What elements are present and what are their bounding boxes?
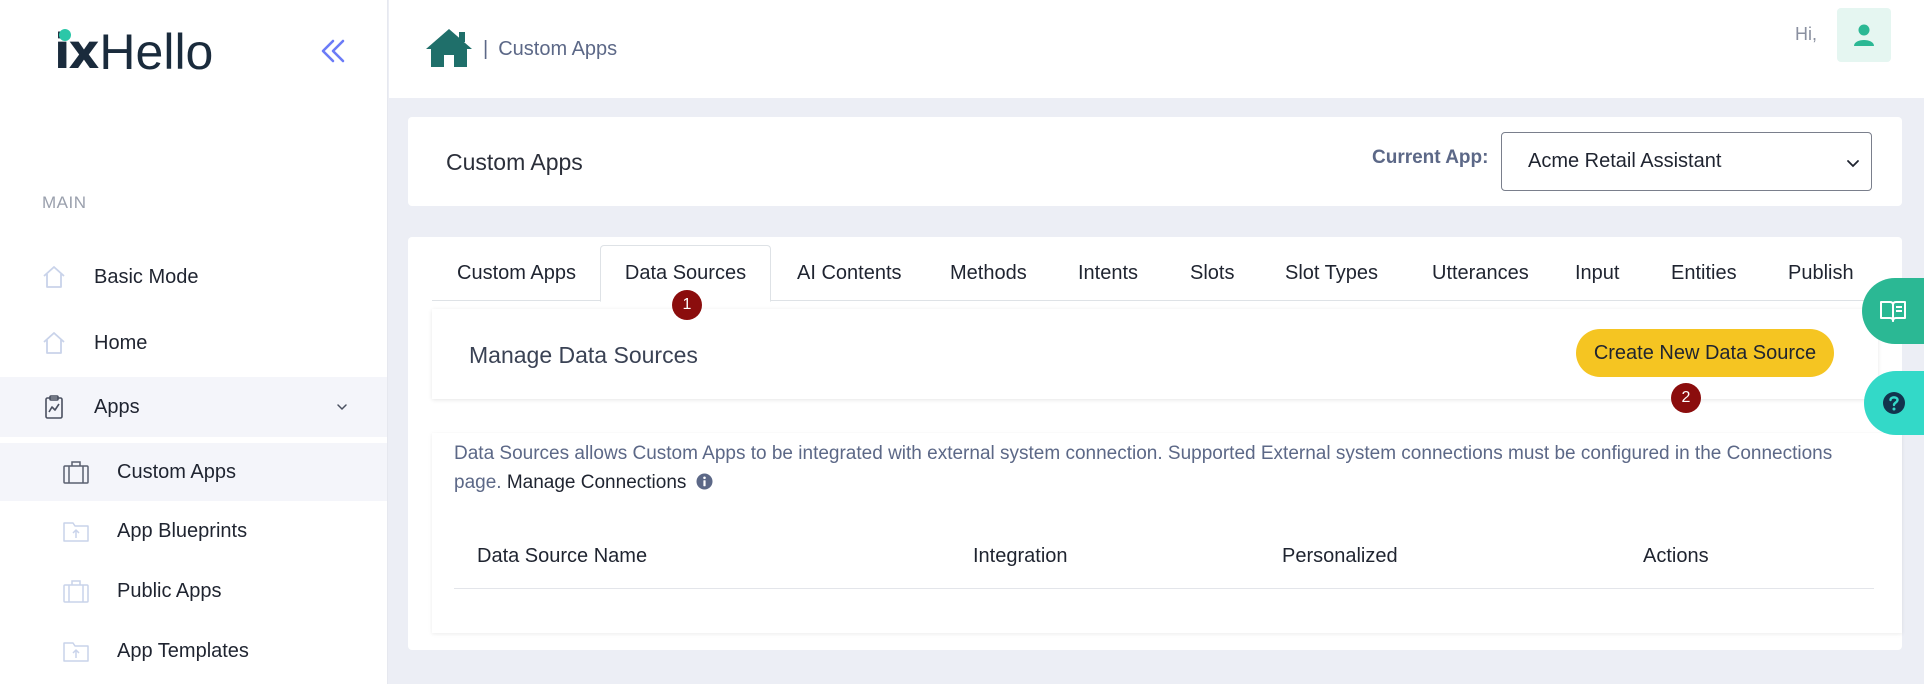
tab-methods[interactable]: Methods bbox=[950, 245, 1027, 301]
tab-entities[interactable]: Entities bbox=[1671, 245, 1737, 301]
breadcrumb: | Custom Apps bbox=[483, 38, 617, 61]
user-greeting: Hi, bbox=[1795, 24, 1817, 44]
sidebar-subitem-label: App Templates bbox=[117, 639, 249, 662]
title-card: Custom Apps Current App: Acme Retail Ass… bbox=[408, 117, 1902, 206]
manage-data-sources-bar: Manage Data Sources Create New Data Sour… bbox=[432, 309, 1878, 399]
tab-slots[interactable]: Slots bbox=[1190, 245, 1234, 301]
step-badge-1: 1 bbox=[672, 290, 702, 320]
tab-bar: Custom Apps Data Sources AI Contents Met… bbox=[432, 245, 1892, 302]
chevron-down-icon bbox=[334, 399, 350, 415]
sidebar: ix Hello MAIN Basic Mode Home Apps Custo… bbox=[0, 0, 388, 684]
table-divider bbox=[454, 588, 1874, 589]
logo-prefix: ix bbox=[54, 24, 99, 80]
sidebar-subitem-custom-apps[interactable]: Custom Apps bbox=[0, 443, 387, 501]
briefcase-icon bbox=[62, 578, 90, 604]
home-icon[interactable] bbox=[424, 26, 474, 70]
tab-slot-types[interactable]: Slot Types bbox=[1285, 245, 1378, 301]
sidebar-item-apps[interactable]: Apps bbox=[0, 377, 387, 437]
collapse-sidebar-icon[interactable] bbox=[316, 34, 350, 68]
main-card: Custom Apps Data Sources AI Contents Met… bbox=[408, 237, 1902, 650]
create-new-data-source-button[interactable]: Create New Data Source bbox=[1576, 329, 1834, 377]
column-header-integration[interactable]: Integration bbox=[973, 545, 1068, 568]
tab-intents[interactable]: Intents bbox=[1078, 245, 1138, 301]
tab-ai-contents[interactable]: AI Contents bbox=[797, 245, 902, 301]
folder-upload-icon bbox=[62, 638, 90, 664]
current-app-label: Current App: bbox=[1372, 147, 1489, 168]
sidebar-item-label: Apps bbox=[94, 395, 140, 418]
top-header: | Custom Apps Hi, bbox=[389, 0, 1924, 98]
home-outline-icon bbox=[40, 263, 68, 291]
sidebar-subitem-label: App Blueprints bbox=[117, 519, 248, 542]
briefcase-icon bbox=[62, 459, 90, 485]
sidebar-subitem-label: Public Apps bbox=[117, 579, 222, 602]
column-header-personalized[interactable]: Personalized bbox=[1282, 545, 1398, 568]
step-badge-2: 2 bbox=[1671, 383, 1701, 413]
column-header-data-source-name[interactable]: Data Source Name bbox=[477, 545, 647, 568]
section-title: Manage Data Sources bbox=[469, 342, 698, 368]
info-circle-icon[interactable] bbox=[696, 470, 713, 490]
sidebar-subitem-app-blueprints[interactable]: App Blueprints bbox=[0, 502, 387, 560]
sidebar-item-label: Basic Mode bbox=[94, 265, 199, 288]
sidebar-subitem-label: Custom Apps bbox=[117, 460, 236, 483]
help-floating-button[interactable] bbox=[1864, 371, 1924, 435]
column-header-actions[interactable]: Actions bbox=[1643, 545, 1709, 568]
info-description: Data Sources allows Custom Apps to be in… bbox=[454, 439, 1844, 497]
sidebar-item-basic-mode[interactable]: Basic Mode bbox=[0, 247, 387, 307]
breadcrumb-separator: | bbox=[483, 38, 489, 60]
sidebar-subitem-public-apps[interactable]: Public Apps bbox=[0, 562, 387, 620]
user-avatar[interactable] bbox=[1837, 8, 1891, 62]
docs-floating-button[interactable] bbox=[1862, 278, 1924, 344]
tab-utterances[interactable]: Utterances bbox=[1432, 245, 1529, 301]
sidebar-item-label: Home bbox=[94, 331, 148, 354]
folder-upload-icon bbox=[62, 518, 90, 544]
manage-connections-link[interactable]: Manage Connections bbox=[507, 472, 687, 493]
sidebar-subitem-app-templates[interactable]: App Templates bbox=[0, 622, 387, 680]
home-outline-icon bbox=[40, 329, 68, 357]
logo-name: Hello bbox=[99, 24, 214, 80]
data-sources-panel: Data Sources allows Custom Apps to be in… bbox=[432, 433, 1902, 633]
question-circle-icon bbox=[1883, 392, 1905, 414]
page-title: Custom Apps bbox=[446, 149, 583, 175]
book-icon bbox=[1880, 301, 1906, 322]
breadcrumb-current[interactable]: Custom Apps bbox=[498, 38, 617, 61]
clipboard-chart-icon bbox=[40, 393, 68, 421]
tab-input[interactable]: Input bbox=[1575, 245, 1619, 301]
sidebar-item-home[interactable]: Home bbox=[0, 313, 387, 373]
user-icon bbox=[1854, 24, 1874, 46]
section-label-main: MAIN bbox=[42, 193, 87, 212]
tab-custom-apps[interactable]: Custom Apps bbox=[457, 245, 576, 301]
current-app-value: Acme Retail Assistant bbox=[1528, 150, 1722, 172]
current-app-select[interactable]: Acme Retail Assistant bbox=[1501, 132, 1872, 191]
tab-publish[interactable]: Publish bbox=[1788, 245, 1854, 301]
chevron-down-icon bbox=[1845, 154, 1861, 170]
app-logo[interactable]: ix Hello bbox=[54, 26, 213, 78]
